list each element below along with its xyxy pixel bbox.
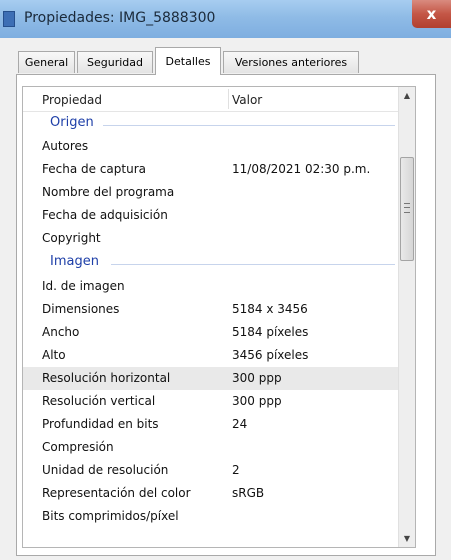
group-divider [103,125,395,126]
property-name: Ancho [42,325,80,339]
scrollbar-grip-icon [404,203,410,213]
group-header-imagen: Imagen [23,252,399,274]
close-icon: x [426,5,437,23]
property-row[interactable]: Bits comprimidos/píxel [23,505,399,528]
group-header-origen: Origen [23,113,399,135]
property-row[interactable]: Dimensiones 5184 x 3456 [23,298,399,321]
group-label: Origen [50,115,94,130]
scroll-down-arrow-icon[interactable]: ▼ [399,530,415,547]
property-value: 5184 x 3456 [232,302,308,316]
property-name: Copyright [42,231,101,245]
property-name: Dimensiones [42,302,120,316]
tab-detalles-label: Detalles [165,55,211,68]
property-row[interactable]: Unidad de resolución 2 [23,459,399,482]
property-row[interactable]: Profundidad en bits 24 [23,413,399,436]
tab-versiones-label: Versiones anteriores [234,56,348,69]
property-row[interactable]: Copyright [23,227,399,250]
tab-strip: General Seguridad Detalles Versiones ant… [0,47,451,75]
property-value: sRGB [232,486,265,500]
group-label: Imagen [50,254,99,269]
property-value: 300 ppp [232,394,282,408]
property-value: 3456 píxeles [232,348,309,362]
property-name: Unidad de resolución [42,463,169,477]
properties-window: Propiedades: IMG_5888300 x General Segur… [0,0,451,560]
column-header-value[interactable]: Valor [232,93,262,107]
property-row[interactable]: Representación del color sRGB [23,482,399,505]
property-name: Autores [42,139,89,153]
tab-seguridad[interactable]: Seguridad [77,51,153,73]
property-name: Resolución horizontal [42,371,171,385]
window-title: Propiedades: IMG_5888300 [24,10,216,26]
close-button[interactable]: x [412,0,451,28]
property-value: 5184 píxeles [232,325,309,339]
scroll-up-arrow-icon[interactable]: ▲ [399,87,415,104]
column-separator[interactable] [228,89,229,109]
window-app-icon [3,11,15,27]
property-row[interactable]: Fecha de adquisición [23,204,399,227]
property-name: Nombre del programa [42,185,175,199]
property-name: Profundidad en bits [42,417,159,431]
property-row[interactable]: Resolución vertical 300 ppp [23,390,399,413]
column-header-property[interactable]: Propiedad [42,93,102,107]
tab-general-label: General [24,56,69,69]
vertical-scrollbar[interactable]: ▲ ▼ [398,87,415,547]
property-value: 11/08/2021 02:30 p.m. [232,162,371,176]
tab-versiones-anteriores[interactable]: Versiones anteriores [223,51,359,73]
property-value: 24 [232,417,248,431]
property-row-highlighted[interactable]: Resolución horizontal 300 ppp [23,367,399,390]
property-value: 300 ppp [232,371,282,385]
property-row[interactable]: Autores [23,135,399,158]
property-name: Bits comprimidos/píxel [42,509,179,523]
property-row[interactable]: Alto 3456 píxeles [23,344,399,367]
property-row[interactable]: Nombre del programa [23,181,399,204]
title-bar[interactable]: Propiedades: IMG_5888300 x [0,0,451,38]
property-name: Fecha de captura [42,162,146,176]
property-row[interactable]: Id. de imagen [23,275,399,298]
scrollbar-thumb[interactable] [400,157,414,261]
property-name: Id. de imagen [42,279,125,293]
property-row[interactable]: Compresión [23,436,399,459]
property-value: 2 [232,463,240,477]
property-row[interactable]: Fecha de captura 11/08/2021 02:30 p.m. [23,158,399,181]
list-column-header: Propiedad Valor [23,87,399,112]
property-name: Alto [42,348,66,362]
tab-detalles[interactable]: Detalles [155,47,221,75]
details-list-body: Propiedad Valor Origen Autores Fecha de … [23,87,399,547]
property-name: Fecha de adquisición [42,208,168,222]
property-name: Representación del color [42,486,191,500]
tab-seguridad-label: Seguridad [87,56,143,69]
group-divider [111,264,395,265]
property-name: Compresión [42,440,114,454]
property-name: Resolución vertical [42,394,156,408]
details-list[interactable]: Propiedad Valor Origen Autores Fecha de … [22,86,416,548]
tab-general[interactable]: General [18,51,75,73]
property-row[interactable]: Ancho 5184 píxeles [23,321,399,344]
